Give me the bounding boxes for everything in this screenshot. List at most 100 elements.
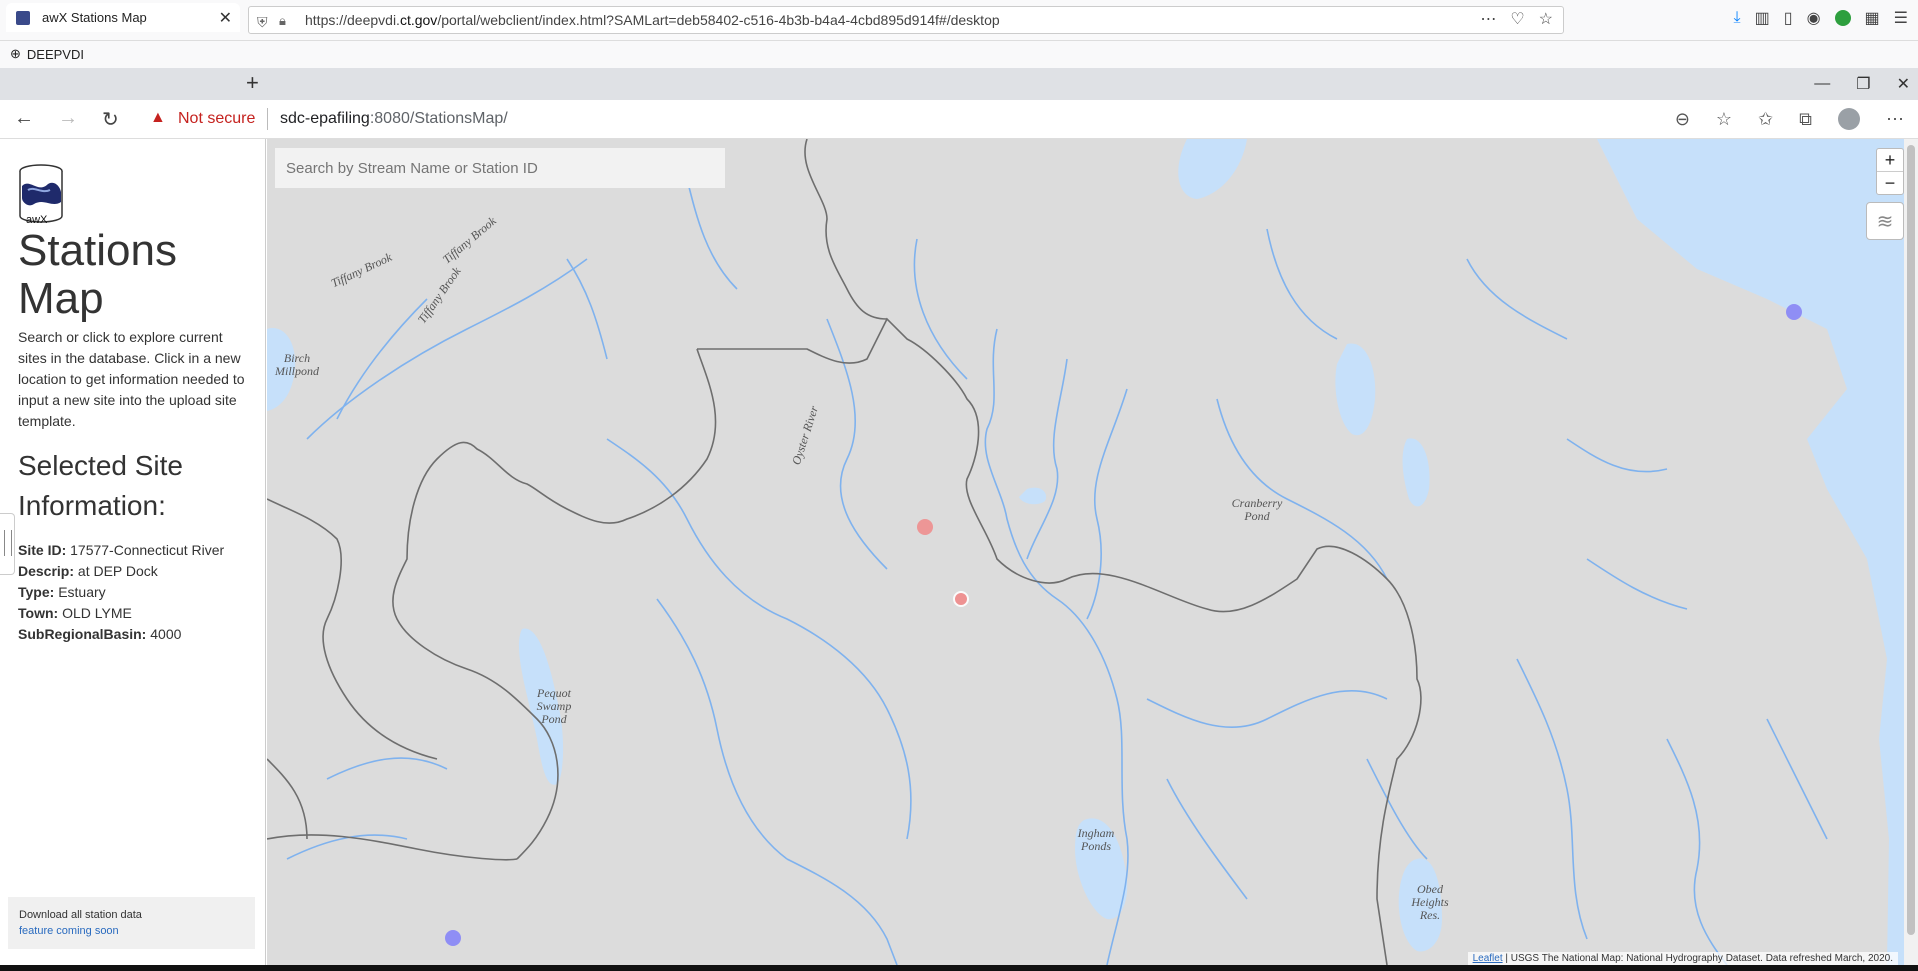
download-link[interactable]: feature coming soon xyxy=(19,925,119,937)
label-pequot-swamp-pond: Pequot Swamp Pond xyxy=(536,686,572,726)
site-id-label: Site ID: xyxy=(18,542,67,558)
page: awX Stations Map Search or click to expl… xyxy=(0,139,1918,965)
lock-icon: 🔒︎ xyxy=(279,13,286,28)
bookmarks-bar: ⊕ DEEPVDI xyxy=(0,41,1918,69)
basin-label: SubRegionalBasin: xyxy=(18,626,147,642)
pond-east-2 xyxy=(1402,438,1430,507)
small-pond-1 xyxy=(1019,487,1047,505)
tab-title: awX Stations Map xyxy=(42,10,147,25)
zoom-icon[interactable]: ⊖ xyxy=(1675,109,1690,130)
extension-icon[interactable] xyxy=(1834,10,1851,26)
streams xyxy=(286,178,1828,965)
station-marker[interactable] xyxy=(445,930,461,946)
new-tab-icon[interactable]: + xyxy=(246,70,259,96)
descrip-label: Descrip: xyxy=(18,563,75,579)
scrollbar-thumb[interactable] xyxy=(1907,145,1915,935)
extensions-icon[interactable]: ▦ xyxy=(1865,8,1880,28)
attribution-text: | USGS The National Map: National Hydrog… xyxy=(1505,953,1893,964)
map-attribution: Leaflet | USGS The National Map: Nationa… xyxy=(1467,952,1898,965)
town-value: OLD LYME xyxy=(62,605,132,621)
leaflet-link[interactable]: Leaflet xyxy=(1473,953,1503,964)
tab-stations-map[interactable]: awX Stations Map ✕ xyxy=(6,3,240,32)
zoom-in-button[interactable]: + xyxy=(1877,149,1903,171)
settings-more-icon[interactable]: ⋯ xyxy=(1886,109,1904,130)
type-label: Type: xyxy=(18,584,55,600)
page-scrollbar[interactable] xyxy=(1904,139,1918,965)
sidebar-toggle-icon[interactable]: ▯ xyxy=(1784,8,1793,28)
bookmark-deepvdi[interactable]: ⊕ DEEPVDI xyxy=(10,46,84,62)
label-cranberry-pond: Cranberry Pond xyxy=(1231,496,1283,523)
label-obed-heights: Obed Heights Res. xyxy=(1411,882,1449,922)
zoom-control: + − xyxy=(1876,148,1904,195)
inner-url-rest: :8080/StationsMap/ xyxy=(369,110,508,127)
profile-avatar[interactable] xyxy=(1838,108,1860,130)
zoom-out-button[interactable]: − xyxy=(1877,171,1903,194)
menu-icon[interactable]: ☰ xyxy=(1894,8,1908,28)
pond-east-water xyxy=(1335,343,1376,436)
taskbar-edge xyxy=(0,965,1918,971)
favorites-icon[interactable]: ✩ xyxy=(1758,109,1773,130)
label-ingham-ponds: Ingham Ponds xyxy=(1077,826,1115,853)
station-marker[interactable] xyxy=(1786,304,1802,320)
globe-icon: ⊕ xyxy=(10,46,21,61)
coastal-water xyxy=(1597,139,1918,965)
map-view[interactable]: Tiffany Brook Tiffany Brook Tiffany Broo… xyxy=(267,139,1918,965)
account-icon[interactable]: ◉ xyxy=(1807,8,1821,28)
not-secure-label[interactable]: Not secure xyxy=(178,110,255,128)
sidebar: awX Stations Map Search or click to expl… xyxy=(0,139,266,965)
station-marker-selected[interactable] xyxy=(953,591,969,607)
back-icon[interactable]: ← xyxy=(14,107,34,130)
restore-icon[interactable]: ❐ xyxy=(1856,74,1870,94)
descrip-value: at DEP Dock xyxy=(77,563,158,579)
forward-icon[interactable]: → xyxy=(58,107,78,130)
address-separator xyxy=(267,108,268,130)
minimize-icon[interactable]: — xyxy=(1814,75,1830,93)
basin-value: 4000 xyxy=(150,626,182,642)
close-tab-icon[interactable]: ✕ xyxy=(219,8,232,28)
bookmark-star-icon[interactable]: ☆ xyxy=(1539,7,1553,33)
shield-icon: ⛨ xyxy=(257,14,268,30)
tab-strip xyxy=(0,68,1918,100)
outer-url-rest: /portal/webclient/index.html?SAMLart=deb… xyxy=(437,12,1000,28)
outer-browser-toolbar: ← → ↻ ⌂ ⛨ 🔒︎ https://deepvdi.ct.gov/port… xyxy=(0,0,1918,41)
warning-icon: ▲ xyxy=(150,109,166,126)
awx-favicon-icon xyxy=(16,10,30,25)
download-panel: Download all station data feature coming… xyxy=(8,897,255,949)
download-text: Download all station data xyxy=(19,909,142,921)
town-label: Town: xyxy=(18,605,59,621)
selected-site-heading: Selected Site Information: xyxy=(18,450,183,521)
station-marker-highlighted[interactable] xyxy=(917,519,933,535)
label-birch-millpond: Birch Millpond xyxy=(275,351,319,378)
pocket-icon[interactable]: ♡ xyxy=(1510,7,1524,33)
inner-url[interactable]: sdc-epafiling:8080/StationsMap/ xyxy=(280,110,508,128)
outer-url-bar[interactable]: ⛨ 🔒︎ https://deepvdi.ct.gov/portal/webcl… xyxy=(248,6,1564,34)
collections-icon[interactable]: ⧉ xyxy=(1799,109,1812,130)
sidebar-drag-handle[interactable] xyxy=(0,513,15,575)
layers-icon[interactable]: ≋ xyxy=(1866,202,1904,240)
more-icon[interactable]: ⋯ xyxy=(1480,7,1496,33)
bookmark-label: DEEPVDI xyxy=(26,46,84,62)
town-row: Town: OLD LYME xyxy=(18,603,224,624)
inner-address-bar: ← → ↻ ▲ Not secure sdc-epafiling:8080/St… xyxy=(0,100,1918,139)
reload-icon[interactable]: ↻ xyxy=(102,107,119,132)
station-search-input[interactable] xyxy=(275,148,725,188)
type-value: Estuary xyxy=(58,584,106,600)
library-icon[interactable]: ▥ xyxy=(1755,8,1770,28)
logo-text: awX xyxy=(26,214,48,226)
north-lake-water xyxy=(1178,139,1247,199)
window-controls: — ❐ ✕ xyxy=(1814,68,1910,100)
favorite-star-icon[interactable]: ☆ xyxy=(1716,109,1732,130)
page-description: Search or click to explore current sites… xyxy=(18,329,245,429)
selected-site-info: Site ID: 17577-Connecticut River Descrip… xyxy=(18,540,224,645)
inner-url-host: sdc-epafiling xyxy=(280,110,370,127)
outer-url-host: ct.gov xyxy=(399,12,438,28)
basin-row: SubRegionalBasin: 4000 xyxy=(18,624,224,645)
download-icon[interactable]: ⤓ xyxy=(1734,9,1741,27)
close-window-icon[interactable]: ✕ xyxy=(1897,74,1910,94)
site-id-value: 17577-Connecticut River xyxy=(70,542,225,558)
type-row: Type: Estuary xyxy=(18,582,224,603)
town-boundaries xyxy=(267,139,1422,965)
site-id-row: Site ID: 17577-Connecticut River xyxy=(18,540,224,561)
outer-url-prefix: https://deepvdi. xyxy=(305,12,400,28)
descrip-row: Descrip: at DEP Dock xyxy=(18,561,224,582)
